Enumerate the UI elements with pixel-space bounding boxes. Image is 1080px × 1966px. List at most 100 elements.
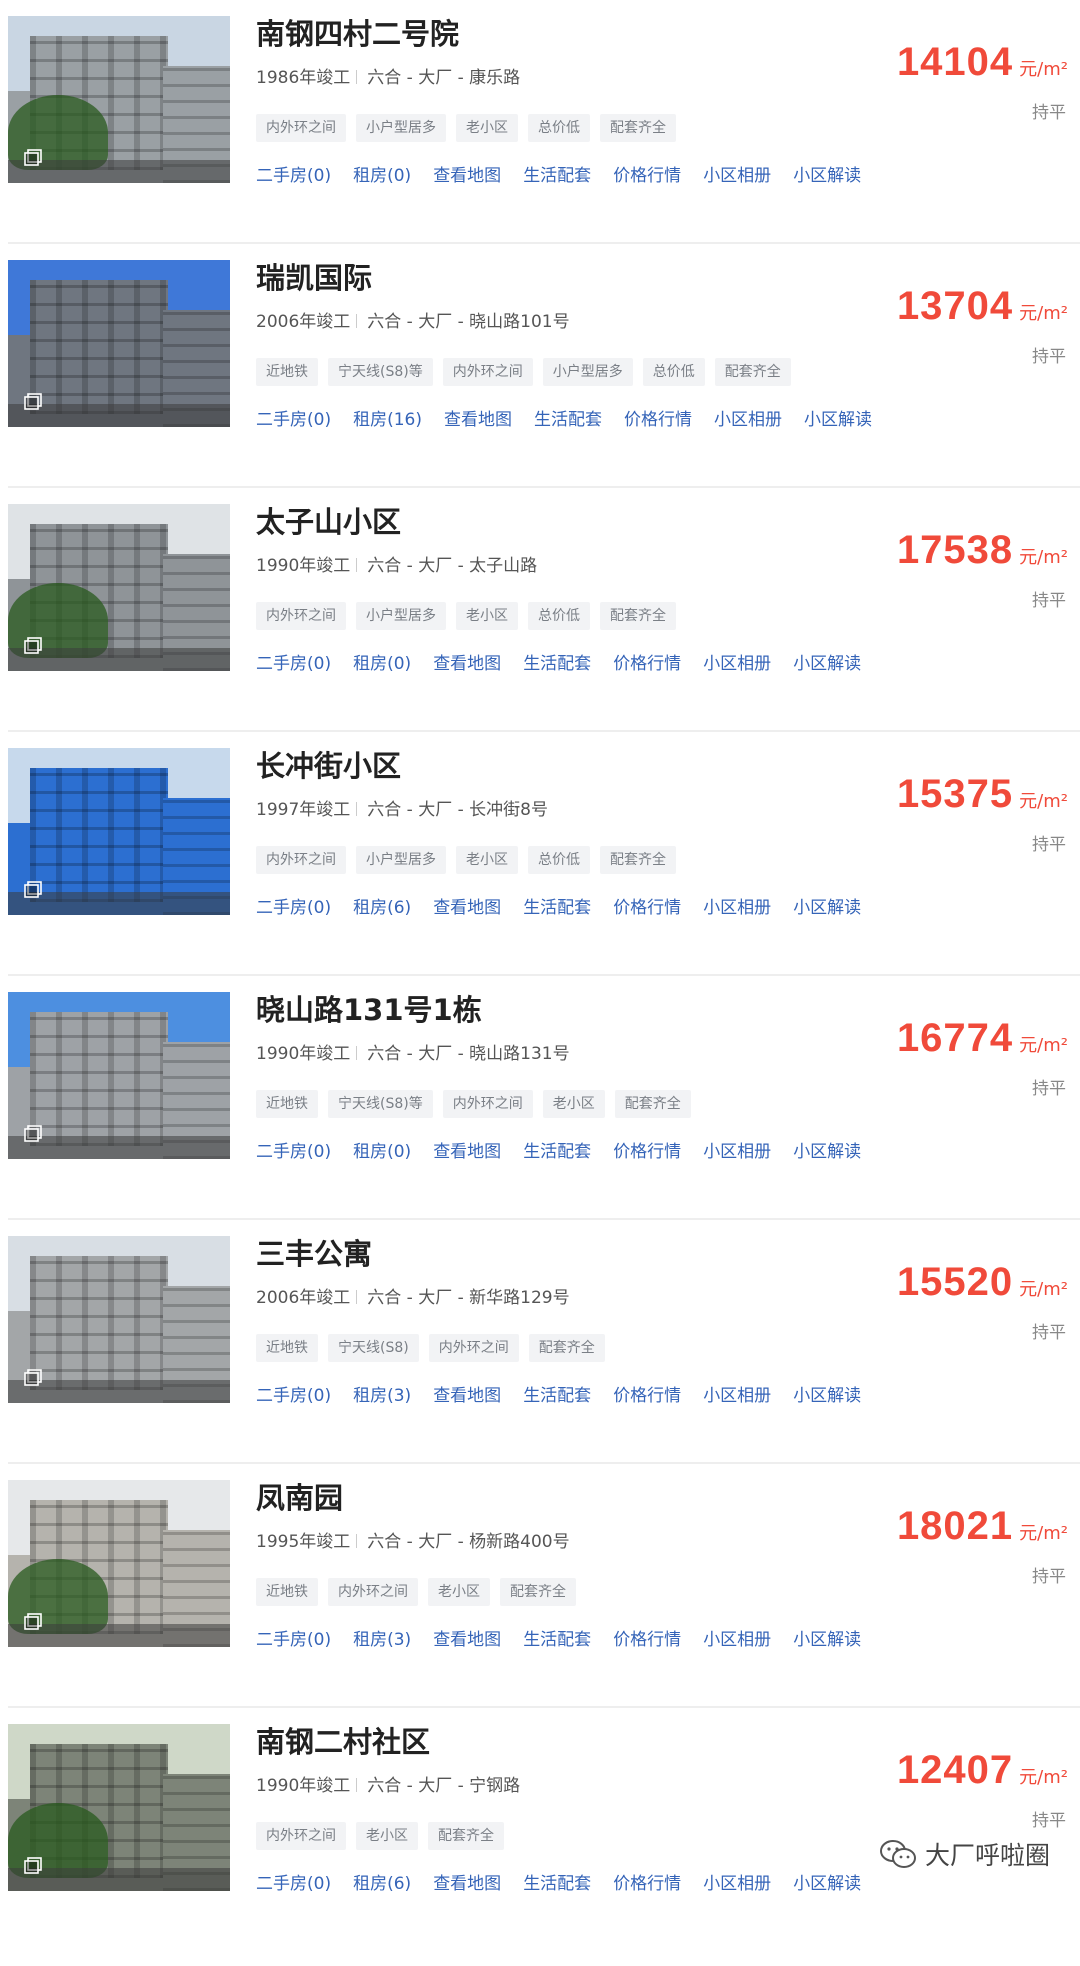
- community-item[interactable]: 瑞凯国际 2006年竣工 六合 - 大厂 - 晓山路101号 近地铁 宁天线(S8)等内…: [8, 260, 1080, 488]
- map-link[interactable]: 查看地图: [433, 1628, 501, 1652]
- analysis-link[interactable]: 小区解读: [793, 1628, 861, 1652]
- community-links: 二手房(0) 租房(3) 查看地图 生活配套 价格行情 小区相册 小区解读: [256, 1628, 883, 1652]
- rental-link[interactable]: 租房(6): [353, 896, 411, 920]
- community-photo[interactable]: [8, 16, 230, 183]
- album-link[interactable]: 小区相册: [703, 164, 771, 188]
- community-location: 六合 - 大厂 - 杨新路400号: [367, 1532, 570, 1552]
- amenities-link[interactable]: 生活配套: [523, 1872, 591, 1896]
- price-unit: 元/m²: [1019, 59, 1068, 80]
- map-link[interactable]: 查看地图: [444, 408, 512, 432]
- feature-tag: 内外环之间: [256, 602, 346, 630]
- secondhand-link[interactable]: 二手房(0): [256, 896, 331, 920]
- price-trend-link[interactable]: 价格行情: [613, 652, 681, 676]
- community-name[interactable]: 南钢二村社区: [256, 1724, 430, 1760]
- amenities-link[interactable]: 生活配套: [523, 164, 591, 188]
- community-name[interactable]: 长冲街小区: [256, 748, 401, 784]
- feature-tag: 小户型居多: [542, 358, 633, 386]
- rental-link[interactable]: 租房(6): [353, 1872, 411, 1896]
- rental-link[interactable]: 租房(0): [353, 652, 411, 676]
- album-link[interactable]: 小区相册: [703, 896, 771, 920]
- community-item[interactable]: 太子山小区 1990年竣工 六合 - 大厂 - 太子山路 内外环之间 小户型居多 老小区总…: [8, 504, 1080, 732]
- album-link[interactable]: 小区相册: [703, 1140, 771, 1164]
- unit-price: 17538: [896, 528, 1014, 572]
- community-name[interactable]: 南钢四村二号院: [256, 16, 459, 52]
- album-link[interactable]: 小区相册: [714, 408, 782, 432]
- community-photo[interactable]: [8, 1236, 230, 1403]
- community-item[interactable]: 凤南园 1995年竣工 六合 - 大厂 - 杨新路400号 近地铁 内外环之间 老小区 配套…: [8, 1480, 1080, 1708]
- price-trend-link[interactable]: 价格行情: [613, 164, 681, 188]
- community-meta: 1990年竣工 六合 - 大厂 - 晓山路131号: [256, 1042, 570, 1066]
- community-item[interactable]: 长冲街小区 1997年竣工 六合 - 大厂 - 长冲街8号 内外环之间 小户型居多 老小区…: [8, 748, 1080, 976]
- secondhand-link[interactable]: 二手房(0): [256, 164, 331, 188]
- community-photo[interactable]: [8, 1724, 230, 1891]
- community-item[interactable]: 三丰公寓 2006年竣工 六合 - 大厂 - 新华路129号 近地铁 宁天线(S8) 内外…: [8, 1236, 1080, 1464]
- meta-divider: [356, 70, 358, 84]
- secondhand-link[interactable]: 二手房(0): [256, 408, 331, 432]
- analysis-link[interactable]: 小区解读: [793, 1140, 861, 1164]
- amenities-link[interactable]: 生活配套: [523, 896, 591, 920]
- amenities-link[interactable]: 生活配套: [523, 652, 591, 676]
- community-photo[interactable]: [8, 992, 230, 1159]
- album-link[interactable]: 小区相册: [703, 652, 771, 676]
- rental-link[interactable]: 租房(0): [353, 1140, 411, 1164]
- feature-tag: 内外环之间: [428, 1334, 519, 1362]
- secondhand-link[interactable]: 二手房(0): [256, 652, 331, 676]
- map-link[interactable]: 查看地图: [433, 1872, 501, 1896]
- analysis-link[interactable]: 小区解读: [793, 1872, 861, 1896]
- community-name[interactable]: 晓山路131号1栋: [256, 992, 482, 1028]
- build-year: 1990年竣工: [256, 1044, 351, 1064]
- price-trend-link[interactable]: 价格行情: [624, 408, 692, 432]
- map-link[interactable]: 查看地图: [433, 896, 501, 920]
- map-link[interactable]: 查看地图: [433, 1140, 501, 1164]
- community-name[interactable]: 太子山小区: [256, 504, 401, 540]
- price-trend-link[interactable]: 价格行情: [613, 896, 681, 920]
- feature-tag: 老小区: [456, 114, 518, 142]
- community-name[interactable]: 凤南园: [256, 1480, 343, 1516]
- secondhand-link[interactable]: 二手房(0): [256, 1384, 331, 1408]
- tag-list: 近地铁 宁天线(S8)等 内外环之间 老小区 配套齐全: [256, 1090, 691, 1118]
- photo-building: [30, 768, 168, 902]
- community-location: 六合 - 大厂 - 晓山路101号: [367, 312, 570, 332]
- feature-tag: 配套齐全: [614, 1090, 691, 1118]
- community-name[interactable]: 三丰公寓: [256, 1236, 372, 1272]
- community-location: 六合 - 大厂 - 太子山路: [367, 556, 538, 576]
- community-item[interactable]: 南钢四村二号院 1986年竣工 六合 - 大厂 - 康乐路 内外环之间 小户型居多 老小区…: [8, 16, 1080, 244]
- unit-price: 18021: [896, 1504, 1014, 1548]
- map-link[interactable]: 查看地图: [433, 164, 501, 188]
- tag-list: 内外环之间 小户型居多 老小区 总价低 配套齐全: [256, 602, 676, 630]
- analysis-link[interactable]: 小区解读: [793, 1384, 861, 1408]
- analysis-link[interactable]: 小区解读: [793, 652, 861, 676]
- price-trend: 持平: [1032, 1811, 1066, 1831]
- album-link[interactable]: 小区相册: [703, 1628, 771, 1652]
- analysis-link[interactable]: 小区解读: [793, 896, 861, 920]
- secondhand-link[interactable]: 二手房(0): [256, 1628, 331, 1652]
- community-photo[interactable]: [8, 504, 230, 671]
- community-photo[interactable]: [8, 260, 230, 427]
- analysis-link[interactable]: 小区解读: [793, 164, 861, 188]
- community-item[interactable]: 晓山路131号1栋 1990年竣工 六合 - 大厂 - 晓山路131号近地铁 宁天线(…: [8, 992, 1080, 1220]
- amenities-link[interactable]: 生活配套: [523, 1384, 591, 1408]
- map-link[interactable]: 查看地图: [433, 652, 501, 676]
- secondhand-link[interactable]: 二手房(0): [256, 1872, 331, 1896]
- price-trend-link[interactable]: 价格行情: [613, 1872, 681, 1896]
- community-photo[interactable]: [8, 1480, 230, 1647]
- rental-link[interactable]: 租房(3): [353, 1384, 411, 1408]
- community-name[interactable]: 瑞凯国际: [256, 260, 372, 296]
- community-links: 二手房(0) 租房(0) 查看地图 生活配套 价格行情 小区相册 小区解读: [256, 1140, 883, 1164]
- rental-link[interactable]: 租房(16): [353, 408, 422, 432]
- price-trend-link[interactable]: 价格行情: [613, 1628, 681, 1652]
- price-trend-link[interactable]: 价格行情: [613, 1140, 681, 1164]
- rental-link[interactable]: 租房(0): [353, 164, 411, 188]
- rental-link[interactable]: 租房(3): [353, 1628, 411, 1652]
- community-photo[interactable]: [8, 748, 230, 915]
- secondhand-link[interactable]: 二手房(0): [256, 1140, 331, 1164]
- map-link[interactable]: 查看地图: [433, 1384, 501, 1408]
- amenities-link[interactable]: 生活配套: [523, 1140, 591, 1164]
- amenities-link[interactable]: 生活配套: [523, 1628, 591, 1652]
- analysis-link[interactable]: 小区解读: [804, 408, 872, 432]
- amenities-link[interactable]: 生活配套: [534, 408, 602, 432]
- community-meta: 1995年竣工 六合 - 大厂 - 杨新路400号: [256, 1530, 570, 1554]
- album-link[interactable]: 小区相册: [703, 1384, 771, 1408]
- price-trend-link[interactable]: 价格行情: [613, 1384, 681, 1408]
- album-link[interactable]: 小区相册: [703, 1872, 771, 1896]
